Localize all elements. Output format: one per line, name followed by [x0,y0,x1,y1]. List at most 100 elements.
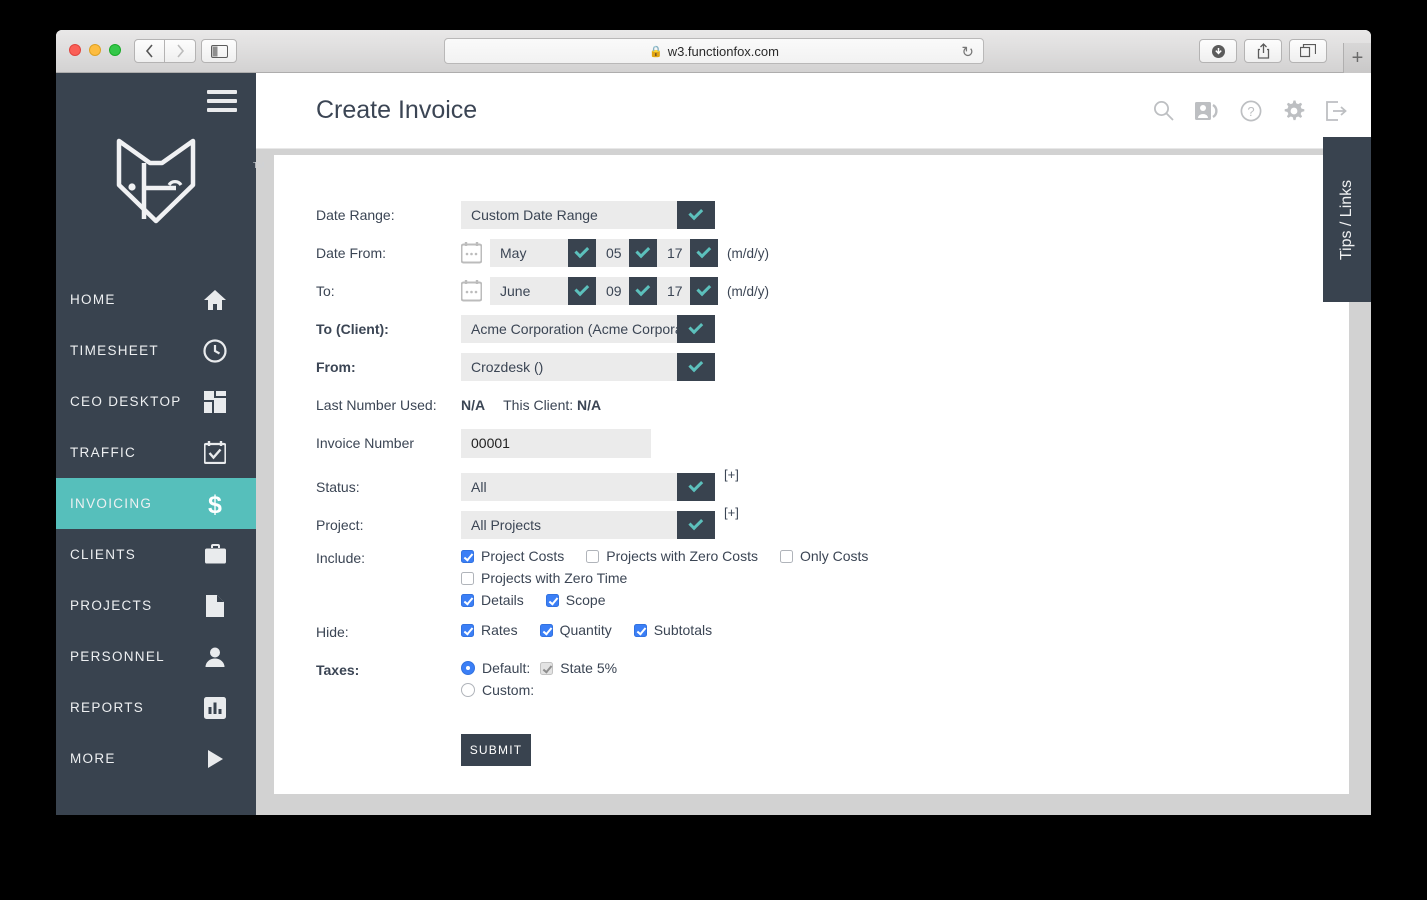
date-to-month-select[interactable]: June [490,277,596,305]
share-icon[interactable] [1244,39,1282,63]
include-projects-zero-time-checkbox[interactable]: Projects with Zero Time [461,570,627,586]
calendar-icon[interactable] [461,242,482,264]
search-icon[interactable] [1153,100,1174,121]
submit-row: SUBMIT [316,712,1349,766]
home-icon [202,287,228,313]
add-status-button[interactable]: [+] [724,467,739,482]
sidebar-item-traffic[interactable]: TRAFFIC [56,427,256,478]
sidebar-item-label: PERSONNEL [70,649,165,664]
address-bar[interactable]: 🔒 w3.functionfox.com ↻ [444,38,984,64]
chevron-down-icon[interactable] [690,239,718,267]
sidebar-item-projects[interactable]: PROJECTS [56,580,256,631]
sidebar-item-label: PROJECTS [70,598,153,613]
this-client-value: N/A [577,397,602,413]
svg-text:$: $ [208,491,222,517]
date-range-row: Date Range: Custom Date Range [316,200,1349,230]
download-icon[interactable] [1199,39,1237,63]
chevron-down-icon[interactable] [677,201,715,229]
sidebar-item-invoicing[interactable]: INVOICING $ [56,478,256,529]
chevron-down-icon[interactable] [568,239,596,267]
hide-quantity-checkbox[interactable]: Quantity [539,622,612,638]
include-details-checkbox[interactable]: Details [461,592,524,608]
tips-links-tab[interactable]: Tips / Links [1323,137,1371,302]
taxes-default-radio[interactable]: Default: [461,660,530,676]
logout-icon[interactable] [1326,100,1347,121]
chevron-down-icon[interactable] [690,277,718,305]
sidebar-item-reports[interactable]: REPORTS [56,682,256,733]
sidebar-item-clients[interactable]: CLIENTS [56,529,256,580]
close-window-button[interactable] [69,44,81,56]
play-triangle-icon [202,746,228,772]
hide-label: Hide: [316,624,349,640]
radio-label: Custom: [482,682,535,698]
sidebar-item-label: MORE [70,751,116,766]
date-from-row: Date From: May 05 17 (m/d/y) [316,238,1349,268]
sidebar-item-home[interactable]: HOME [56,274,256,325]
checkbox-box [461,571,474,585]
taxes-custom-radio[interactable]: Custom: [461,682,534,698]
include-scope-checkbox[interactable]: Scope [545,592,606,608]
help-circle-icon[interactable]: ? [1240,100,1262,122]
to-client-select[interactable]: Acme Corporation (Acme Corporat [461,315,715,343]
create-invoice-form: Date Range: Custom Date Range Date From: [274,155,1349,766]
checkbox-label: Project Costs [481,548,565,564]
reload-icon[interactable]: ↻ [961,43,974,61]
checkbox-box [540,661,554,675]
chevron-down-icon[interactable] [677,315,715,343]
main-content: Create Invoice ? Tips / Links Date Range… [256,73,1371,815]
add-project-button[interactable]: [+] [724,505,739,520]
date-from-month-select[interactable]: May [490,239,596,267]
date-to-format-hint: (m/d/y) [727,283,769,299]
minimize-window-button[interactable] [89,44,101,56]
sidebar-item-timesheet[interactable]: TIMESHEET [56,325,256,376]
zoom-window-button[interactable] [109,44,121,56]
from-select[interactable]: Crozdesk () [461,353,715,381]
hide-subtotals-checkbox[interactable]: Subtotals [633,622,712,638]
date-from-year-select[interactable]: 17 [657,239,718,267]
project-select[interactable]: All Projects [461,511,715,539]
chevron-down-icon[interactable] [677,511,715,539]
project-value: All Projects [461,511,677,539]
checkbox-label: Rates [481,622,518,638]
date-range-select[interactable]: Custom Date Range [461,201,715,229]
from-value: Crozdesk () [461,353,677,381]
radio-circle [461,683,475,697]
sidebar-toggle-icon[interactable] [201,39,237,63]
show-tabs-icon[interactable] [1289,39,1327,63]
sidebar-item-ceo-desktop[interactable]: CEO DESKTOP [56,376,256,427]
chevron-down-icon[interactable] [568,277,596,305]
include-only-costs-checkbox[interactable]: Only Costs [779,548,868,564]
chevron-down-icon[interactable] [629,239,657,267]
taxes-custom-line: Custom: [461,682,617,698]
calendar-icon[interactable] [461,280,482,302]
forward-button[interactable] [165,39,196,63]
include-project-costs-checkbox[interactable]: Project Costs [461,548,564,564]
submit-button[interactable]: SUBMIT [461,734,531,766]
date-to-year-select[interactable]: 17 [657,277,718,305]
chevron-down-icon[interactable] [677,353,715,381]
contact-card-icon[interactable] [1195,101,1219,120]
sidebar-item-personnel[interactable]: PERSONNEL [56,631,256,682]
status-label: Status: [316,479,360,495]
back-button[interactable] [134,39,165,63]
radio-circle [461,661,475,675]
this-client-label: This Client: [503,397,574,413]
new-tab-button[interactable]: + [1343,43,1371,73]
chevron-down-icon[interactable] [677,473,715,501]
checkbox-box [461,593,474,607]
chevron-down-icon[interactable] [629,277,657,305]
person-icon [202,644,228,670]
checkbox-label: State 5% [560,660,618,676]
date-to-day-select[interactable]: 09 [596,277,657,305]
include-projects-zero-costs-checkbox[interactable]: Projects with Zero Costs [586,548,758,564]
invoice-number-input[interactable] [461,428,651,458]
gear-icon[interactable] [1283,100,1305,122]
checkbox-box [779,549,793,563]
hide-row: Hide: Rates Quantity Subtotals [316,622,1349,652]
sidebar-item-more[interactable]: MORE [56,733,256,784]
hide-rates-checkbox[interactable]: Rates [461,622,518,638]
status-select[interactable]: All [461,473,715,501]
tips-links-label: Tips / Links [1338,179,1356,260]
date-from-day-select[interactable]: 05 [596,239,657,267]
toolbar-right [1199,39,1327,63]
